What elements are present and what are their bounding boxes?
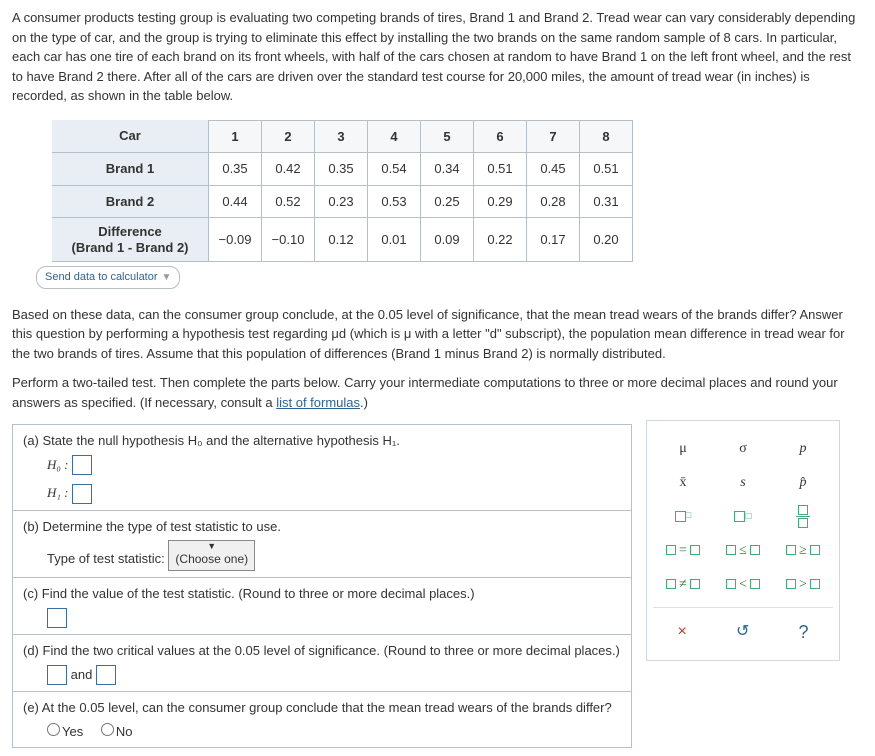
radio-no[interactable]	[101, 723, 114, 736]
cell: 0.29	[474, 185, 527, 218]
h1-input[interactable]	[72, 484, 92, 504]
part-e: (e) At the 0.05 level, can the consumer …	[13, 692, 631, 747]
car-col: 6	[474, 120, 527, 153]
question-box: (a) State the null hypothesis H₀ and the…	[12, 424, 632, 748]
part-d: (d) Find the two critical values at the …	[13, 635, 631, 692]
hdr-difference: Difference (Brand 1 - Brand 2)	[52, 218, 209, 262]
intro-paragraph: A consumer products testing group is eva…	[12, 8, 863, 106]
car-col: 5	[421, 120, 474, 153]
send-data-link[interactable]: Send data to calculator▼	[36, 266, 180, 289]
sym-s[interactable]: s	[719, 469, 767, 495]
cell: 0.54	[368, 153, 421, 186]
h0-label: H₀ :	[47, 457, 69, 472]
sym-xbar[interactable]: x̄	[659, 469, 707, 495]
no-label: No	[116, 724, 133, 739]
sym-phat[interactable]: p̂	[779, 469, 827, 495]
cell: 0.35	[209, 153, 262, 186]
crit-val-2-input[interactable]	[96, 665, 116, 685]
sym-mu[interactable]: μ	[659, 435, 707, 461]
cell: 0.34	[421, 153, 474, 186]
cell: 0.09	[421, 218, 474, 262]
car-col: 7	[527, 120, 580, 153]
cell: 0.42	[262, 153, 315, 186]
yes-label: Yes	[62, 724, 83, 739]
data-table: Car 1 2 3 4 5 6 7 8 Brand 1 0.35 0.42 0.…	[52, 120, 633, 263]
sym-power[interactable]: □	[659, 503, 707, 529]
sym-p[interactable]: p	[779, 435, 827, 461]
car-col: 8	[580, 120, 633, 153]
test-statistic-select[interactable]: ▼ (Choose one)	[168, 540, 255, 571]
hdr-brand2: Brand 2	[52, 185, 209, 218]
instruction-paragraph-1: Based on these data, can the consumer gr…	[12, 305, 863, 364]
cell: 0.25	[421, 185, 474, 218]
test-statistic-label: Type of test statistic:	[47, 551, 165, 566]
sym-sigma[interactable]: σ	[719, 435, 767, 461]
radio-yes[interactable]	[47, 723, 60, 736]
h0-input[interactable]	[72, 455, 92, 475]
cell: 0.51	[580, 153, 633, 186]
car-col: 1	[209, 120, 262, 153]
part-c: (c) Find the value of the test statistic…	[13, 578, 631, 635]
cell: 0.51	[474, 153, 527, 186]
hdr-brand1: Brand 1	[52, 153, 209, 186]
sym-fraction[interactable]	[779, 503, 827, 529]
car-col: 3	[315, 120, 368, 153]
cell: 0.45	[527, 153, 580, 186]
cell: 0.23	[315, 185, 368, 218]
and-text: and	[71, 667, 93, 682]
sym-lt[interactable]: <	[719, 571, 767, 597]
crit-val-1-input[interactable]	[47, 665, 67, 685]
instruction-paragraph-2: Perform a two-tailed test. Then complete…	[12, 373, 863, 412]
sym-eq[interactable]: =	[659, 537, 707, 563]
chevron-down-icon: ▼	[162, 272, 172, 283]
part-a: (a) State the null hypothesis H₀ and the…	[13, 425, 631, 511]
sym-subscript[interactable]: □	[719, 503, 767, 529]
cell: 0.28	[527, 185, 580, 218]
cell: −0.09	[209, 218, 262, 262]
cell: 0.35	[315, 153, 368, 186]
sym-ge[interactable]: ≥	[779, 537, 827, 563]
cell: 0.12	[315, 218, 368, 262]
sym-gt[interactable]: >	[779, 571, 827, 597]
cell: 0.22	[474, 218, 527, 262]
help-button[interactable]: ?	[798, 619, 808, 646]
part-b: (b) Determine the type of test statistic…	[13, 511, 631, 579]
car-col: 2	[262, 120, 315, 153]
reset-button[interactable]: ↺	[736, 620, 749, 644]
formulas-link[interactable]: list of formulas	[276, 395, 360, 410]
cell: 0.53	[368, 185, 421, 218]
test-stat-input[interactable]	[47, 608, 67, 628]
h1-label: H₁ :	[47, 485, 69, 500]
sym-ne[interactable]: ≠	[659, 571, 707, 597]
cell: 0.31	[580, 185, 633, 218]
cell: 0.52	[262, 185, 315, 218]
car-col: 4	[368, 120, 421, 153]
cell: 0.20	[580, 218, 633, 262]
clear-button[interactable]: ×	[678, 620, 687, 644]
cell: 0.44	[209, 185, 262, 218]
cell: 0.17	[527, 218, 580, 262]
cell: 0.01	[368, 218, 421, 262]
cell: −0.10	[262, 218, 315, 262]
sym-le[interactable]: ≤	[719, 537, 767, 563]
hdr-car: Car	[52, 120, 209, 153]
symbol-palette: μ σ p x̄ s p̂ □ □ = ≤ ≥ ≠ < > × ↺ ?	[646, 420, 840, 661]
